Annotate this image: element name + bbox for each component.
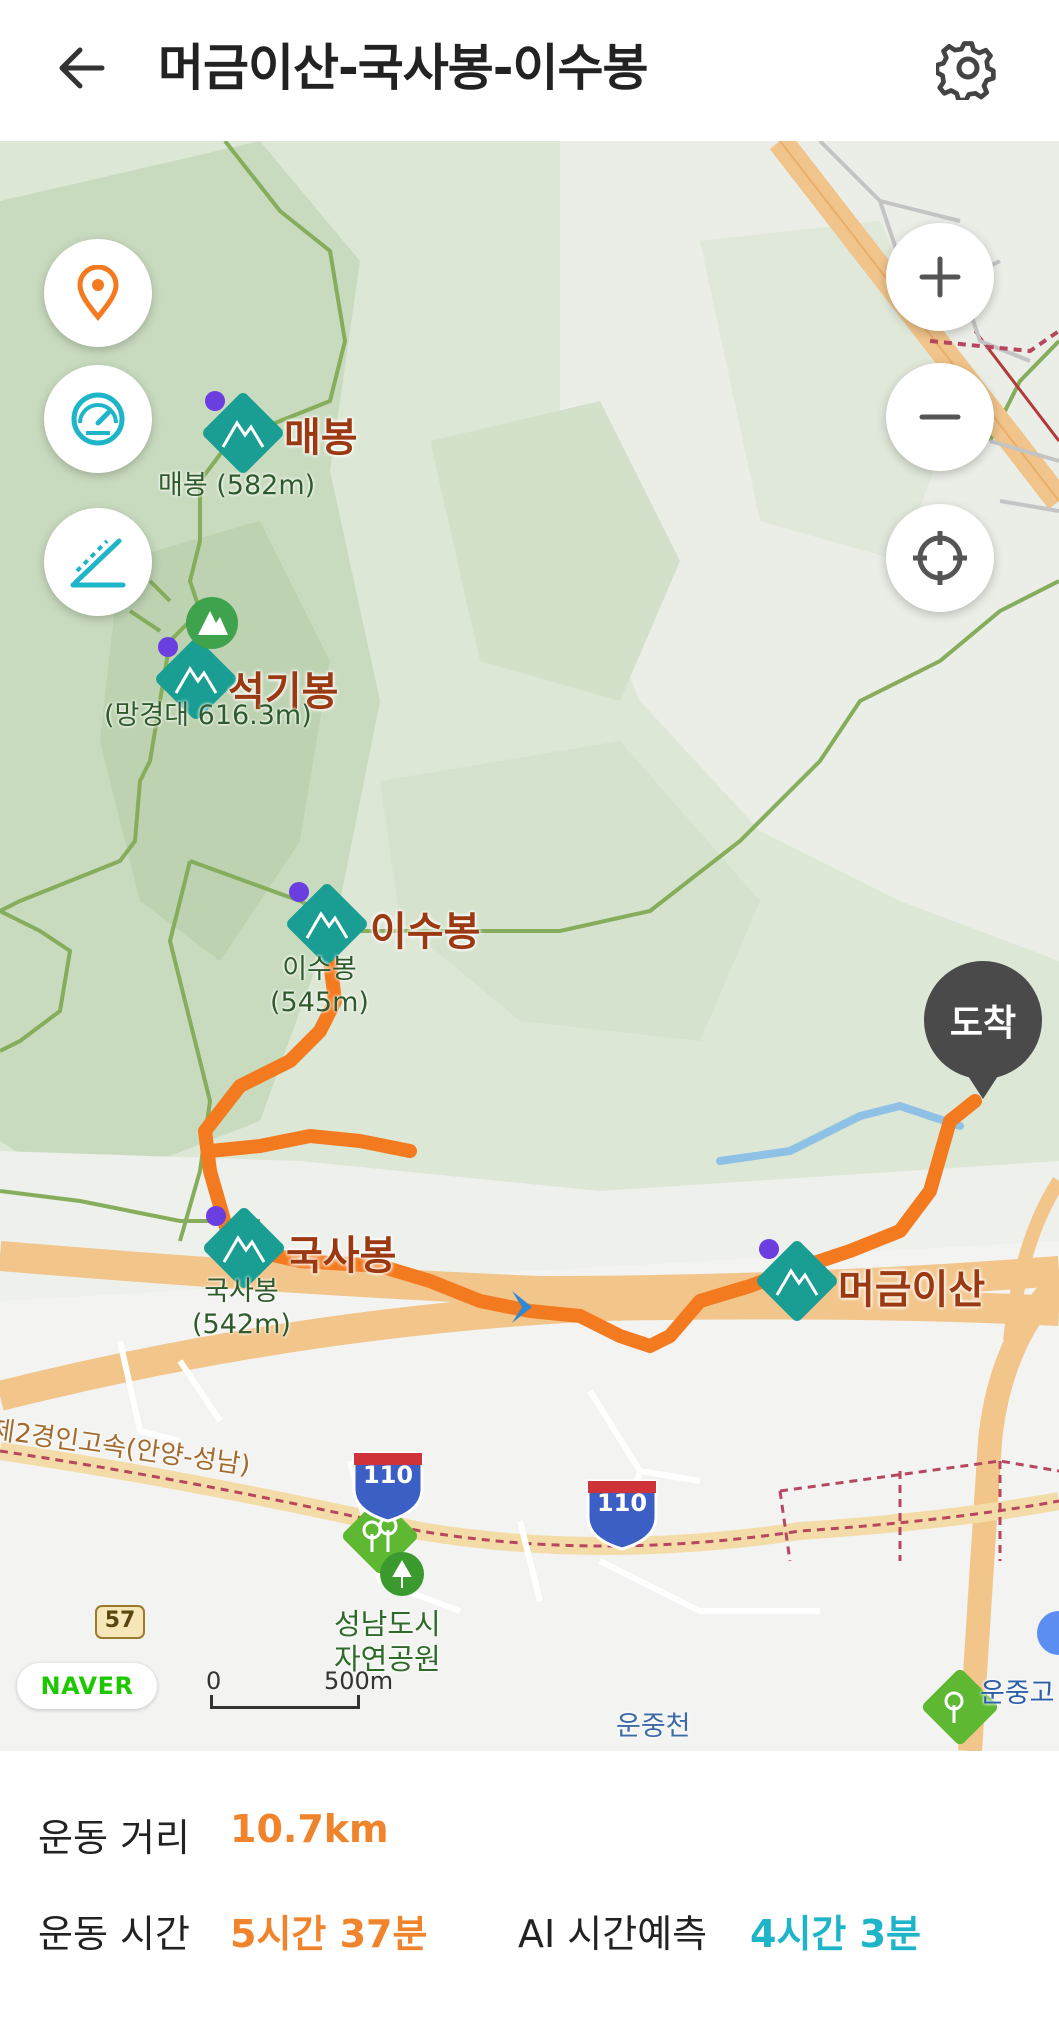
naver-logo: NAVER xyxy=(17,1663,157,1709)
peak-sub-guksabong: 국사봉 (542m) xyxy=(192,1276,291,1340)
peak-label-guksabong[interactable]: 국사봉 xyxy=(286,1223,396,1281)
page-title: 머금이산-국사봉-이수봉 xyxy=(158,39,649,97)
highway-shield-110-b: 110 xyxy=(596,1489,648,1517)
time-label: 운동 시간 xyxy=(38,1912,190,1956)
location-pin-icon xyxy=(77,265,119,321)
route-shield-57: 57 xyxy=(104,1608,136,1633)
ai-time-value: 4시간 3분 xyxy=(750,1912,921,1956)
location-button[interactable] xyxy=(44,239,152,347)
peak-label-meogeumisan[interactable]: 머금이산 xyxy=(838,1257,985,1315)
back-button[interactable] xyxy=(44,30,120,106)
peak-sub-isubong: 이수봉 (545m) xyxy=(270,954,369,1018)
stats-panel: 운동 거리 10.7km 운동 시간 5시간 37분 AI 시간예측 4시간 3… xyxy=(0,1751,1059,2029)
gear-icon xyxy=(936,41,996,100)
speedometer-icon xyxy=(71,392,125,446)
peak-sub-maebong: 매봉 (582m) xyxy=(158,470,316,501)
settings-button[interactable] xyxy=(930,30,1006,106)
zoom-in-icon xyxy=(919,256,961,298)
time-value: 5시간 37분 xyxy=(230,1912,428,1956)
scale-bar xyxy=(210,1695,360,1709)
arrival-marker-tip xyxy=(957,1059,1009,1099)
speed-button[interactable] xyxy=(44,365,152,473)
distance-label: 운동 거리 xyxy=(38,1816,190,1860)
peak-sub-seokgibong: (망경대 616.3m) xyxy=(104,700,312,731)
distance-value: 10.7km xyxy=(230,1807,389,1851)
peak-label-maebong[interactable]: 매봉 xyxy=(284,405,358,463)
zoom-in-button[interactable] xyxy=(886,223,994,331)
scale-zero: 0 xyxy=(206,1667,222,1695)
crosshair-icon xyxy=(913,531,967,585)
zoom-out-button[interactable] xyxy=(886,363,994,471)
scale-length: 500m xyxy=(324,1667,394,1695)
my-location-button[interactable] xyxy=(886,504,994,612)
ai-time-label: AI 시간예측 xyxy=(518,1912,708,1956)
elevation-icon xyxy=(70,538,126,588)
arrow-left-icon xyxy=(59,47,105,89)
zoom-out-icon xyxy=(919,414,961,420)
elevation-button[interactable] xyxy=(44,508,152,616)
app-header: 머금이산-국사봉-이수봉 xyxy=(0,0,1059,136)
stream-label: 운중천 xyxy=(616,1711,691,1742)
school-label: 운중고 xyxy=(980,1678,1055,1709)
map-view[interactable]: 매봉 매봉 (582m) 석기봉 (망경대 616.3m) 이수봉 이수봉 (5… xyxy=(0,141,1059,1751)
highway-shield-110-a: 110 xyxy=(362,1461,414,1489)
peak-label-isubong[interactable]: 이수봉 xyxy=(370,899,480,957)
